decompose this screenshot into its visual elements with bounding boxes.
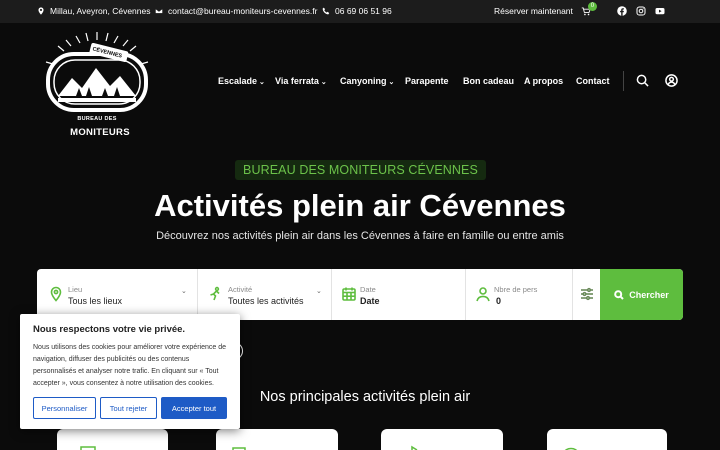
person-icon [475,286,491,302]
cookie-customize-button[interactable]: Personnaliser [33,397,96,419]
date-picker[interactable]: Date Date [332,269,465,320]
nav-via-ferrata[interactable]: Via ferrata ⌄ [275,76,327,86]
activity-card[interactable] [216,429,338,450]
nav-label: Bon cadeau [463,76,515,86]
nav-a-propos[interactable]: A propos [524,76,563,86]
facebook-icon [617,6,627,16]
top-bar: Millau, Aveyron, Cévennes contact@bureau… [0,0,720,23]
lieu-label: Lieu [68,285,83,294]
location-text: Millau, Aveyron, Cévennes [50,6,151,16]
logo-line1: BUREAU DES [77,116,117,122]
site-logo[interactable]: CÉVENNES BUREAU DES MONITEURS [36,30,158,140]
nav-parapente[interactable]: Parapente [405,76,449,86]
activite-select[interactable]: Activité Toutes les activités ⌄ [198,269,331,320]
location-info: Millau, Aveyron, Cévennes [37,6,150,16]
youtube-link[interactable] [655,6,665,16]
nav-bon-cadeau[interactable]: Bon cadeau [463,76,514,86]
instagram-icon [636,6,646,16]
search-submit-button[interactable]: Chercher [600,269,683,320]
persons-label: Nbre de pers [494,285,538,294]
sliders-icon [579,286,595,302]
climbing-icon [207,286,223,302]
persons-input[interactable]: Nbre de pers 0 [466,269,572,320]
email-link[interactable]: contact@bureau-moniteurs-cevennes.fr [155,6,317,16]
chevron-down-icon: ⌄ [388,79,395,86]
search-button[interactable] [636,74,649,87]
nav-label: A propos [524,76,564,86]
account-button[interactable] [665,74,678,87]
map-pin-icon [38,7,44,15]
search-form: Lieu Tous les lieux ⌄ Activité Toutes le… [37,269,683,320]
cookie-accept-button[interactable]: Accepter tout [161,397,227,419]
lieu-select[interactable]: Lieu Tous les lieux ⌄ [37,269,197,320]
nav-label: Parapente [405,76,449,86]
lieu-value: Tous les lieux [68,296,123,306]
chevron-down-icon: ⌄ [259,79,265,86]
persons-value: 0 [496,296,502,306]
nav-label: Contact [576,76,610,86]
location-pin-icon [48,286,64,302]
chevron-down-icon: ⌄ [320,79,327,86]
nav-divider [623,71,624,91]
phone-text[interactable]: 06 69 06 51 96 [335,6,392,16]
activity-card[interactable] [547,429,667,450]
filters-button[interactable] [573,269,600,320]
user-icon [665,74,678,87]
page-title: Activités plein air Cévennes [154,188,566,223]
chevron-down-icon: ⌄ [181,288,187,295]
cookie-banner: Nous respectons votre vie privée. Nous u… [20,314,240,429]
activite-value: Toutes les activités [228,296,304,306]
search-icon [636,74,649,87]
instagram-link[interactable] [636,6,646,16]
cookie-text: Nous utilisons des cookies pour améliore… [33,344,226,387]
logo-line2: MONITEURS [70,127,130,138]
activite-label: Activité [228,285,253,294]
cart-button[interactable]: 0 [581,1,597,16]
cart-count-badge: 0 [587,1,597,11]
reserve-link[interactable]: Réserver maintenant 0 [494,1,597,16]
email-text[interactable]: contact@bureau-moniteurs-cevennes.fr [168,6,317,16]
activity-icon [231,442,249,450]
activity-icon [409,442,427,450]
cookie-title: Nous respectons votre vie privée. [33,324,186,335]
calendar-icon [341,286,357,302]
nav-label: Canyoning [340,76,387,86]
youtube-icon [655,8,665,15]
hero-subtitle: Découvrez nos activités plein air dans l… [156,230,564,242]
envelope-icon [155,8,163,14]
activity-card[interactable] [57,429,168,450]
search-icon [614,289,624,300]
facebook-link[interactable] [617,6,627,16]
activity-icon [80,442,98,450]
activity-card[interactable] [381,429,503,450]
nav-canyoning[interactable]: Canyoning ⌄ [340,76,394,86]
search-submit-label: Chercher [629,289,669,300]
date-value: Date [360,296,380,306]
nav-label: Escalade [218,76,258,86]
chevron-down-icon: ⌄ [316,288,322,295]
date-label: Date [360,285,376,294]
hero-badge: BUREAU DES MONITEURS CÉVENNES [235,160,486,180]
phone-icon [322,7,330,15]
cookie-reject-button[interactable]: Tout rejeter [100,397,157,419]
phone-link[interactable]: 06 69 06 51 96 [322,6,392,16]
nav-label: Via ferrata [275,76,319,86]
activity-icon [562,442,580,450]
nav-contact[interactable]: Contact [576,76,610,86]
nav-escalade[interactable]: Escalade ⌄ [218,76,265,86]
reserve-text[interactable]: Réserver maintenant [494,6,573,16]
